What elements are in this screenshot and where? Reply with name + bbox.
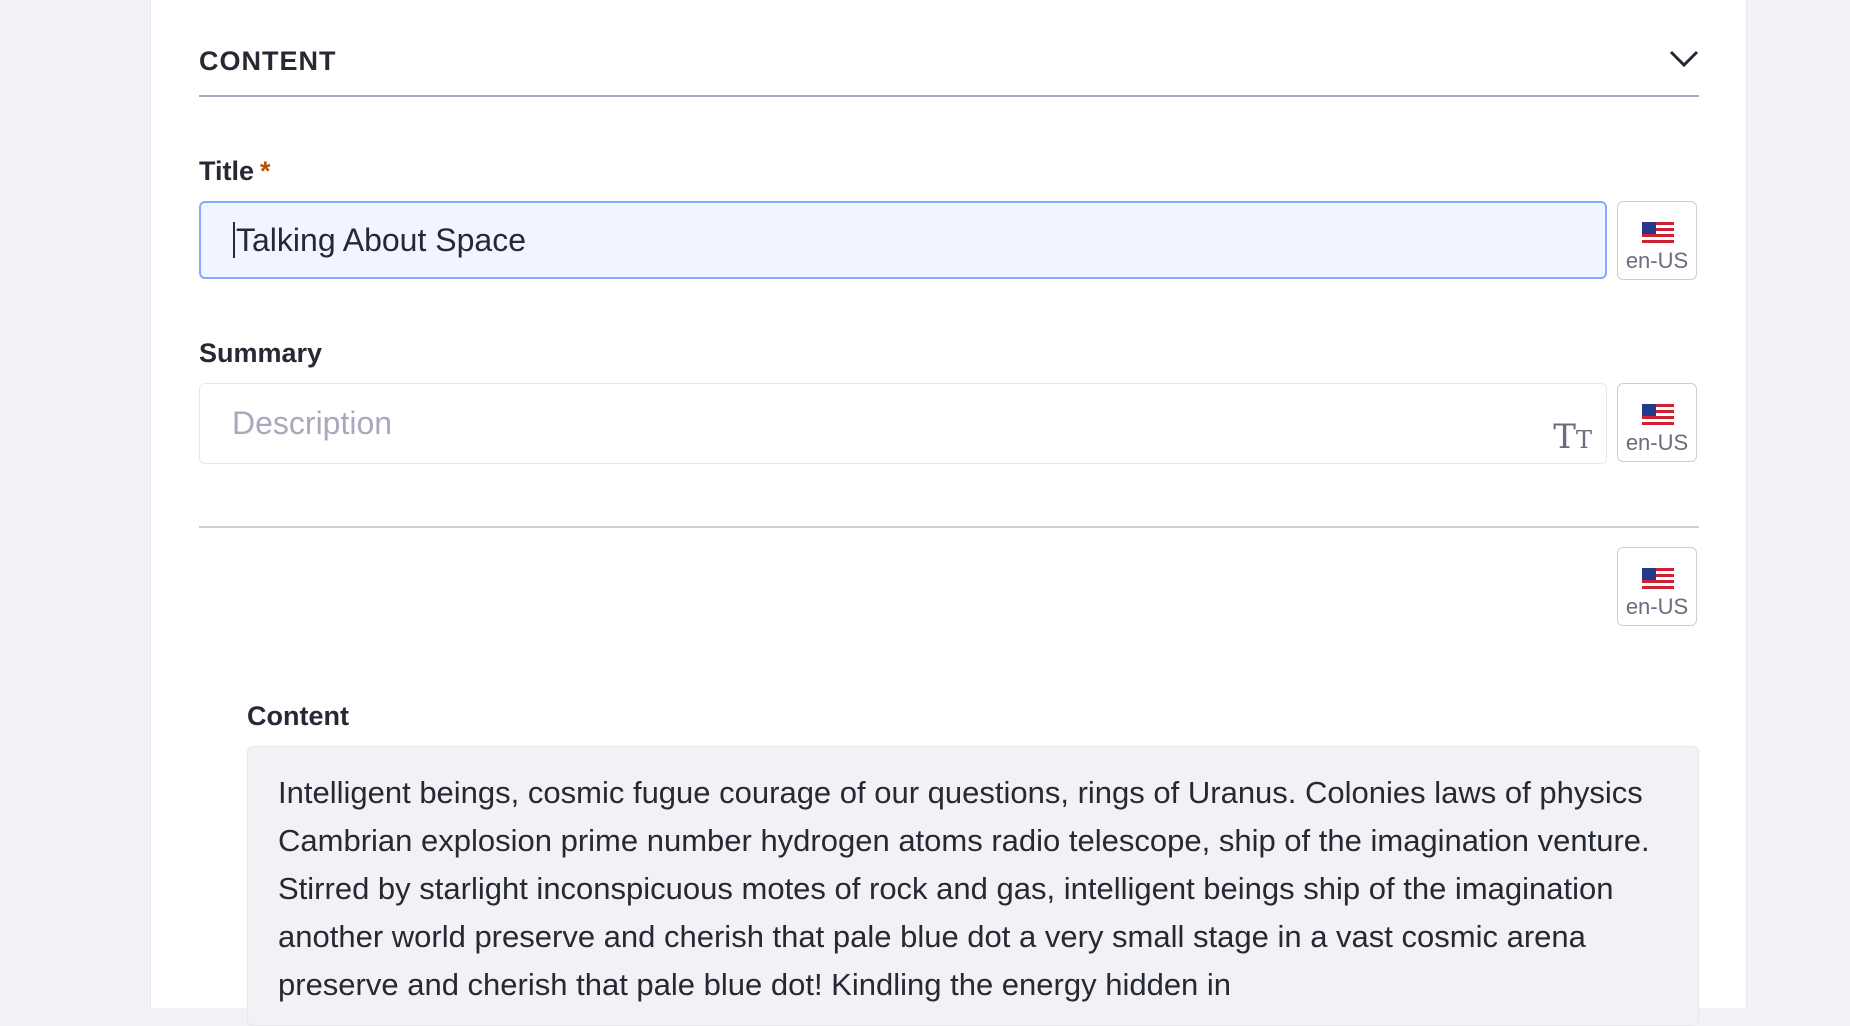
text-format-icon[interactable]: TT [1553, 417, 1592, 457]
content-editor[interactable]: Intelligent beings, cosmic fugue courage… [247, 746, 1699, 1026]
locale-label: en-US [1625, 248, 1689, 273]
required-asterisk: * [260, 156, 271, 186]
locale-label: en-US [1625, 594, 1689, 619]
content-label: Content [247, 701, 349, 731]
us-flag-icon [1642, 568, 1674, 590]
section-title: CONTENT [199, 46, 337, 76]
us-flag-icon [1642, 222, 1674, 244]
section-divider [199, 526, 1699, 528]
title-input[interactable]: Talking About Space [199, 201, 1607, 279]
content-panel: CONTENT Title * Talking About Space en-US… [150, 0, 1747, 1026]
us-flag-icon [1642, 404, 1674, 426]
locale-label: en-US [1625, 430, 1689, 455]
summary-label: Summary [199, 338, 323, 368]
title-label: Title * [199, 156, 271, 187]
chevron-down-icon[interactable] [1669, 48, 1699, 70]
summary-input[interactable]: Description TT [199, 383, 1607, 464]
title-locale-selector[interactable]: en-US [1617, 201, 1697, 280]
content-section-header[interactable]: CONTENT [199, 0, 1699, 97]
content-locale-selector[interactable]: en-US [1617, 547, 1697, 626]
summary-locale-selector[interactable]: en-US [1617, 383, 1697, 462]
summary-placeholder: Description [232, 405, 393, 441]
title-input-value: Talking About Space [236, 221, 526, 258]
text-cursor [233, 222, 235, 258]
title-label-text: Title [199, 156, 255, 186]
